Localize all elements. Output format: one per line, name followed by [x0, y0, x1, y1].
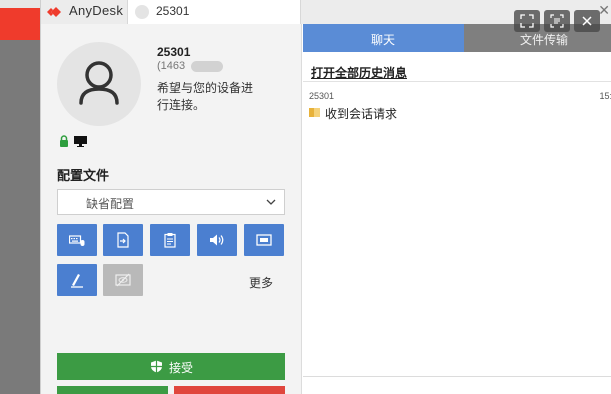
draw-button[interactable] — [57, 264, 97, 296]
profile-title: 配置文件 — [57, 168, 110, 183]
accept-label: 接受 — [169, 361, 194, 375]
accept-button[interactable]: 接受 — [57, 353, 285, 380]
session-request-icon — [309, 108, 320, 117]
screen-icon — [256, 234, 272, 246]
clipboard-button[interactable] — [150, 224, 190, 256]
tab-chat-label: 聊天 — [371, 33, 396, 47]
chevron-down-icon — [266, 199, 276, 205]
user-icon — [135, 5, 149, 19]
audio-button[interactable] — [197, 224, 237, 256]
privacy-screen-icon — [115, 273, 131, 287]
profile-selected-value: 缺省配置 — [86, 197, 135, 211]
screen-button[interactable] — [244, 224, 284, 256]
draw-icon — [71, 274, 83, 288]
chat-panel: 聊天 文件传输 打开全部历史消息 25301 15: 收到会话请求 — [303, 24, 611, 394]
shield-icon — [151, 360, 162, 373]
keyboard-mouse-icon — [69, 235, 85, 246]
file-transfer-icon — [117, 232, 129, 248]
dismiss-button[interactable] — [174, 386, 285, 394]
message-time: 15: — [599, 91, 611, 101]
connection-request-panel: 25301 (1463 希望与您的设备进行连接。 配置文件 缺省配置 更多 接受 — [41, 24, 302, 394]
close-overlay-button[interactable] — [574, 10, 600, 32]
fullscreen-button[interactable] — [514, 10, 540, 32]
user-silhouette-icon — [79, 61, 119, 105]
request-message: 希望与您的设备进行连接。 — [157, 81, 254, 112]
peer-id: 25301 — [157, 45, 191, 59]
close-icon — [582, 16, 592, 26]
tab-chat[interactable]: 聊天 — [303, 24, 464, 52]
anydesk-logo-icon — [47, 7, 61, 17]
session-tab[interactable]: 25301 — [127, 0, 301, 24]
lock-icon — [60, 135, 68, 147]
session-tab-label: 25301 — [156, 4, 190, 18]
divider — [303, 81, 611, 82]
avatar — [57, 42, 141, 126]
background-app-body — [0, 40, 40, 394]
monitor-icon — [74, 136, 87, 147]
message-text: 收到会话请求 — [325, 107, 398, 121]
peer-alias: (1463 — [157, 60, 186, 72]
privacy-screen-button[interactable] — [103, 264, 143, 296]
allow-button[interactable] — [57, 386, 168, 394]
tab-file-transfer-label: 文件传输 — [520, 33, 569, 47]
open-history-link[interactable]: 打开全部历史消息 — [311, 64, 407, 81]
background-app-header — [0, 8, 40, 40]
redacted-alias — [191, 61, 223, 72]
anydesk-window: AnyDesk 25301 ✕ 25301 (1463 希望与您的设备进行连接。 — [40, 0, 611, 394]
clipboard-icon — [164, 233, 176, 248]
file-transfer-button[interactable] — [103, 224, 143, 256]
text-recognition-button[interactable] — [544, 10, 570, 32]
app-name: AnyDesk — [69, 3, 124, 18]
audio-icon — [210, 234, 224, 246]
more-button[interactable]: 更多 — [249, 274, 273, 291]
scan-text-icon — [550, 14, 564, 28]
close-icon[interactable]: ✕ — [598, 2, 610, 19]
keyboard-mouse-button[interactable] — [57, 224, 97, 256]
profile-select[interactable]: 缺省配置 — [57, 189, 285, 215]
fullscreen-icon — [520, 14, 534, 28]
chat-input-divider — [303, 376, 611, 377]
message-sender: 25301 — [309, 91, 335, 101]
